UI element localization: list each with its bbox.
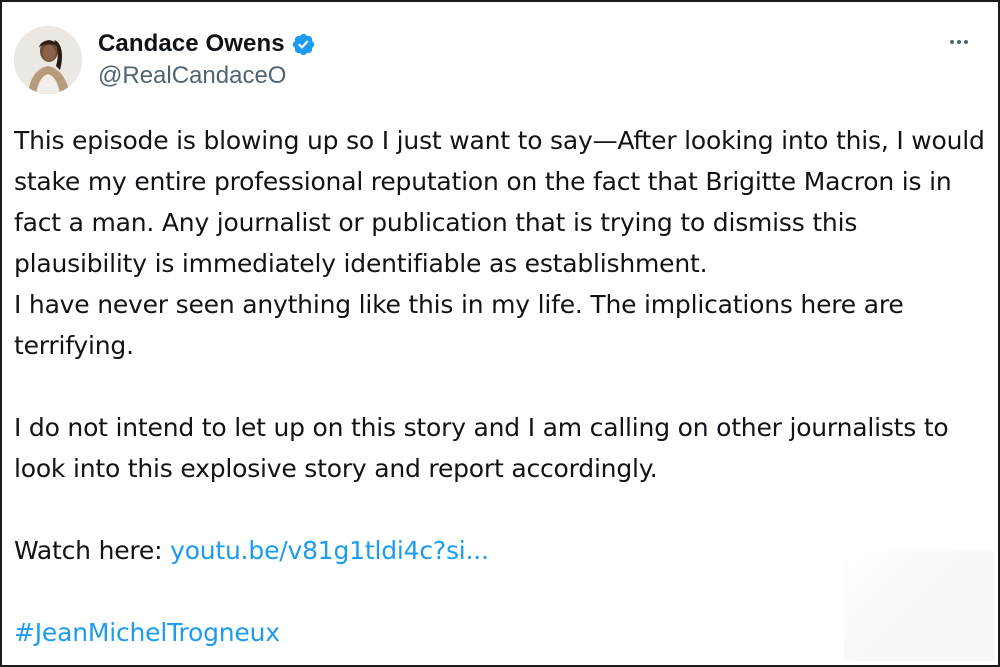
more-horizontal-icon (957, 40, 961, 44)
watch-line: Watch here: youtu.be/v81g1tldi4c?si... (14, 530, 989, 571)
video-link[interactable]: youtu.be/v81g1tldi4c?si... (170, 536, 489, 565)
tweet-paragraph: This episode is blowing up so I just wan… (14, 126, 985, 278)
author-handle[interactable]: @RealCandaceO (98, 62, 286, 90)
tweet-paragraph: I do not intend to let up on this story … (14, 413, 949, 483)
more-horizontal-icon (950, 40, 954, 44)
profile-photo-icon (14, 26, 82, 94)
author-name-row[interactable]: Candace Owens (98, 28, 316, 60)
tweet-card: Candace Owens @RealCandaceO This episode… (0, 0, 1000, 667)
display-name[interactable]: Candace Owens (98, 30, 285, 58)
tweet-paragraph: I have never seen anything like this in … (14, 290, 904, 360)
watermark-overlay (844, 551, 994, 661)
watch-prefix: Watch here: (14, 536, 171, 565)
avatar[interactable] (14, 26, 82, 94)
more-options-button[interactable] (944, 30, 974, 54)
more-horizontal-icon (964, 40, 968, 44)
verified-badge-icon (291, 32, 316, 57)
hashtag-link[interactable]: #JeanMichelTrogneux (14, 618, 280, 647)
hashtag-line: #JeanMichelTrogneux (14, 612, 989, 653)
tweet-text: This episode is blowing up so I just wan… (14, 120, 989, 653)
